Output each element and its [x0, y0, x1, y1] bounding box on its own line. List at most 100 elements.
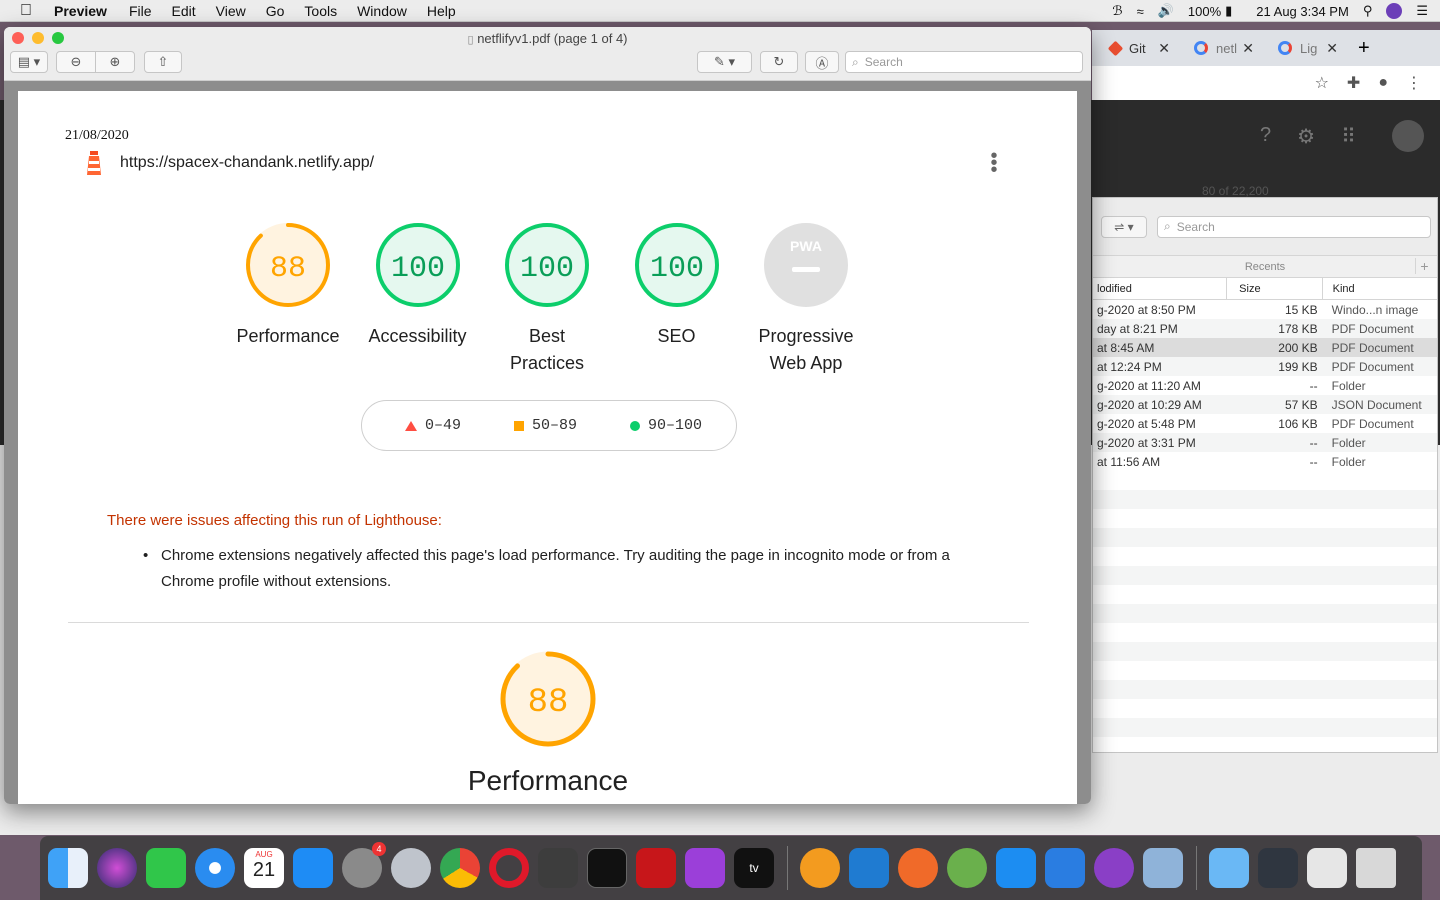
gauge-best-practices[interactable]: 100 Best Practices	[482, 221, 612, 377]
bluetooth-icon[interactable]: ℬ	[1112, 3, 1122, 19]
paw-dock-icon[interactable]	[898, 848, 938, 888]
facetime-dock-icon[interactable]	[146, 848, 186, 888]
zoom-out-button[interactable]: ⊖	[56, 51, 96, 73]
extensions-icon[interactable]: ✚	[1347, 73, 1360, 93]
sublime-text-dock-icon[interactable]	[538, 848, 578, 888]
apps-grid-icon[interactable]: ⠿	[1341, 124, 1356, 149]
gauge-seo[interactable]: 100 SEO	[612, 221, 742, 350]
calendar-dock-icon[interactable]: AUG 21	[244, 848, 284, 888]
safari-dock-icon[interactable]	[195, 848, 235, 888]
app-store-dock-icon[interactable]	[293, 848, 333, 888]
vscode-dock-icon[interactable]	[849, 848, 889, 888]
rotate-button[interactable]: ↻	[760, 51, 798, 73]
xcode-dock-icon[interactable]	[996, 848, 1036, 888]
chrome-dock-icon[interactable]	[440, 848, 480, 888]
notification-center-icon[interactable]: ☰	[1416, 3, 1428, 19]
score-legend: 0–49 50–89 90–100	[361, 400, 737, 451]
share-dropdown-button[interactable]: ⇌ ▾	[1101, 215, 1147, 238]
chrome-menu-icon[interactable]: ⋮	[1406, 73, 1422, 93]
new-tab-icon[interactable]: +	[1358, 37, 1370, 60]
downloads-folder-dock-icon[interactable]	[1209, 848, 1249, 888]
apple-tv-dock-icon[interactable]: tv	[734, 848, 774, 888]
chrome-tab-lighthouse[interactable]: Lig ✕	[1268, 30, 1352, 66]
siri-dock-icon[interactable]	[97, 848, 137, 888]
file-kind: Folder	[1331, 435, 1366, 450]
file-size: 57 KB	[1284, 397, 1318, 412]
menu-window[interactable]: Window	[357, 3, 407, 19]
add-tab-icon[interactable]: +	[1415, 258, 1433, 274]
gauge-progressive-web-app[interactable]: PWA Progressive Web App	[741, 221, 871, 377]
avatar[interactable]	[1392, 120, 1424, 152]
spotlight-icon[interactable]: ⚲	[1363, 3, 1373, 19]
file-size: 106 KB	[1278, 416, 1318, 431]
report-url[interactable]: https://spacex-chandank.netlify.app/	[120, 154, 374, 172]
menu-app-name[interactable]: Preview	[54, 3, 107, 19]
bookmark-star-icon[interactable]: ☆	[1315, 73, 1329, 93]
volume-icon[interactable]: 🔊	[1158, 3, 1174, 19]
zoom-in-button[interactable]: ⊕	[95, 51, 135, 73]
trash-dock-icon[interactable]	[1356, 848, 1396, 888]
gear-icon[interactable]: ⚙	[1297, 124, 1315, 149]
close-icon[interactable]: ✕	[1242, 40, 1254, 57]
github-desktop-dock-icon[interactable]	[1094, 848, 1134, 888]
file-row[interactable]: at 8:45 AM 200 KB PDF Document	[1093, 338, 1437, 357]
finder-search-input[interactable]: ⌕ Search	[1157, 215, 1431, 238]
pager-count: 80 of 22,200	[1202, 184, 1269, 198]
menu-help[interactable]: Help	[427, 3, 456, 19]
apple-menu-icon[interactable]: 	[20, 2, 38, 20]
file-kind: PDF Document	[1331, 321, 1414, 336]
tab-title: netl	[1216, 40, 1237, 56]
gauge-performance[interactable]: 88 Performance	[223, 221, 353, 350]
column-kind[interactable]: Kind	[1321, 278, 1437, 299]
clock[interactable]: 21 Aug 3:34 PM	[1256, 4, 1349, 19]
sidebar-toggle-button[interactable]: ▤ ▾	[10, 51, 48, 73]
finder-dock-icon[interactable]	[48, 848, 88, 888]
file-row[interactable]: day at 8:21 PM 178 KB PDF Document	[1093, 319, 1437, 338]
file-row[interactable]: g-2020 at 8:50 PM 15 KB Windo...n image	[1093, 300, 1437, 319]
android-studio-dock-icon[interactable]	[947, 848, 987, 888]
gauge-accessibility[interactable]: 100 Accessibility	[353, 221, 483, 350]
chrome-tab-netlify[interactable]: netl ✕	[1184, 30, 1268, 66]
file-row[interactable]: at 11:56 AM -- Folder	[1093, 452, 1437, 471]
terminal-dock-icon[interactable]	[587, 848, 627, 888]
file-row[interactable]: g-2020 at 5:48 PM 106 KB PDF Document	[1093, 414, 1437, 433]
pdf-canvas: 21/08/2020 https://spacex-chandank.netli…	[4, 81, 1091, 804]
menu-go[interactable]: Go	[266, 3, 285, 19]
menu-tools[interactable]: Tools	[304, 3, 337, 19]
file-row[interactable]: g-2020 at 11:20 AM -- Folder	[1093, 376, 1437, 395]
close-icon[interactable]: ✕	[1326, 40, 1338, 57]
podcasts-dock-icon[interactable]	[685, 848, 725, 888]
file-row[interactable]: g-2020 at 3:31 PM -- Folder	[1093, 433, 1437, 452]
screenshot-stack-dock-icon[interactable]	[1258, 848, 1298, 888]
markup-toolbar-button[interactable]: Ⓐ	[805, 51, 839, 73]
help-icon[interactable]: ?	[1260, 124, 1271, 149]
file-row[interactable]: g-2020 at 10:29 AM 57 KB JSON Document	[1093, 395, 1437, 414]
pdf-search-input[interactable]: ⌕ Search	[845, 51, 1083, 73]
launchpad-dock-icon[interactable]	[391, 848, 431, 888]
more-options-icon[interactable]: • • •	[990, 146, 998, 180]
profile-icon[interactable]: ●	[1378, 74, 1388, 92]
gauge-ring: 100	[505, 223, 589, 307]
transmit-dock-icon[interactable]	[800, 848, 840, 888]
preview-dock-icon[interactable]	[1143, 848, 1183, 888]
wifi-icon[interactable]: ≈	[1137, 4, 1144, 19]
system-preferences-dock-icon[interactable]: 4	[342, 842, 386, 888]
chrome-tab-git[interactable]: Git ✕	[1100, 30, 1184, 66]
battery-percent[interactable]: 100%	[1188, 4, 1221, 19]
battery-icon[interactable]: ▮	[1225, 3, 1232, 19]
siri-icon[interactable]	[1386, 3, 1403, 19]
file-row[interactable]: at 12:24 PM 199 KB PDF Document	[1093, 357, 1437, 376]
share-button[interactable]: ⇧	[144, 51, 182, 73]
menu-file[interactable]: File	[129, 3, 152, 19]
column-modified[interactable]: lodified	[1093, 278, 1226, 299]
simulator-dock-icon[interactable]	[1045, 848, 1085, 888]
document-stack-dock-icon[interactable]	[1307, 848, 1347, 888]
opera-dock-icon[interactable]	[489, 848, 529, 888]
menu-view[interactable]: View	[216, 3, 246, 19]
column-size[interactable]: Size	[1226, 278, 1321, 299]
close-icon[interactable]: ✕	[1158, 40, 1170, 57]
menu-edit[interactable]: Edit	[172, 3, 196, 19]
filezilla-dock-icon[interactable]	[636, 848, 676, 888]
markup-highlight-button[interactable]: ✎ ▾	[697, 51, 752, 73]
file-kind: Folder	[1331, 454, 1366, 469]
